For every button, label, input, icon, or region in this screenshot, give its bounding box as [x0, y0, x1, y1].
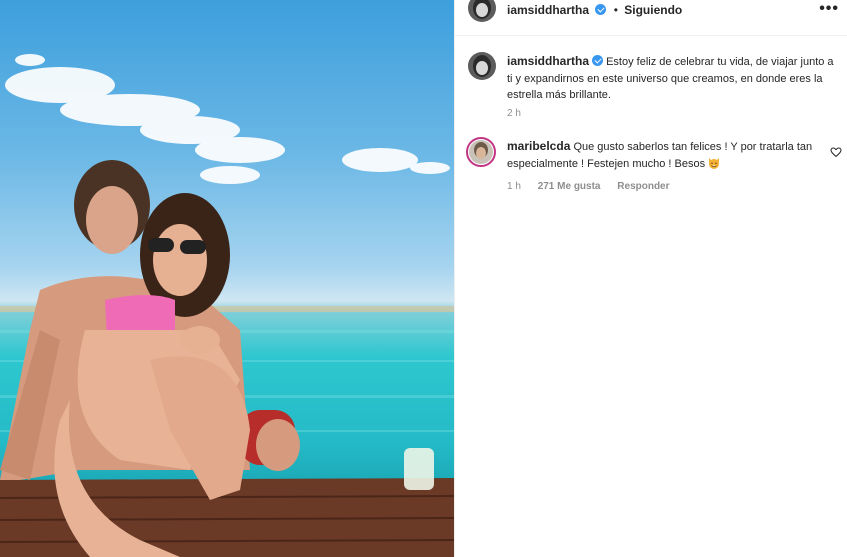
avatar-image	[468, 52, 496, 80]
header-username[interactable]: iamsiddhartha	[507, 3, 589, 17]
commenter-avatar[interactable]	[466, 137, 496, 167]
more-horizontal-icon[interactable]: •••	[819, 0, 839, 18]
reply-button[interactable]: Responder	[617, 181, 669, 192]
header-user-line: iamsiddhartha • Siguiendo	[507, 3, 682, 17]
couple-beach-photo	[0, 54, 454, 557]
comment-meta: 1 h 271 Me gusta Responder	[507, 181, 684, 192]
avatar-image	[468, 0, 496, 22]
post-caption: iamsiddhartha Estoy feliz de celebrar tu…	[507, 53, 837, 104]
comment-likes[interactable]: 271 Me gusta	[538, 181, 601, 192]
caption-author-avatar[interactable]	[468, 52, 496, 80]
verified-badge-icon	[595, 4, 607, 15]
header-separator-dot: •	[613, 3, 618, 17]
heart-icon[interactable]	[830, 146, 842, 158]
commenter-username[interactable]: maribelcda	[507, 139, 570, 153]
post-details-panel: iamsiddhartha • Siguiendo ••• iamsiddhar…	[455, 0, 847, 557]
post-header: iamsiddhartha • Siguiendo •••	[455, 0, 847, 36]
smiling-cat-emoji-icon	[709, 157, 720, 169]
following-button[interactable]: Siguiendo	[624, 3, 682, 17]
comment-item: maribelcda Que gusto saberlos tan felice…	[507, 138, 817, 172]
caption-timestamp[interactable]: 2 h	[507, 108, 521, 119]
post-photo[interactable]	[0, 0, 454, 557]
caption-username[interactable]: iamsiddhartha	[507, 54, 589, 68]
author-avatar[interactable]	[468, 0, 496, 22]
verified-badge-icon	[592, 55, 604, 66]
comment-timestamp[interactable]: 1 h	[507, 181, 521, 192]
avatar-image	[469, 140, 493, 164]
